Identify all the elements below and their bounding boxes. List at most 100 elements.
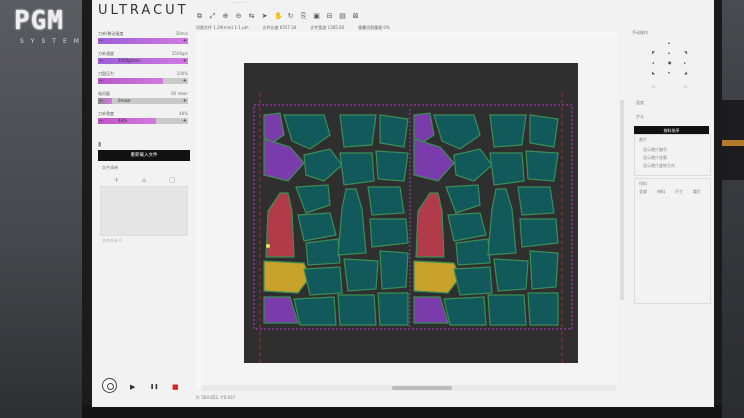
plus-icon[interactable]: +: [183, 78, 187, 84]
app-window: ULTRACUT ··· ··· ··· ⧉ ⤢ ⊕ ⊖ ⇆ ➤ ✋ ↻ ⎘ ▣ ⊟ ▤ ⊠ 切割文件 …: [92, 0, 714, 407]
tab-size[interactable]: 尺寸: [675, 189, 683, 195]
arrow-down-right-icon[interactable]: ◢: [684, 70, 687, 75]
delete-file-icon[interactable]: ▢: [169, 176, 176, 184]
slider-value: 0mbar: [118, 98, 132, 103]
window-title: ··· ··· ···: [232, 0, 246, 5]
speed-label: 速度: [636, 100, 644, 105]
arrow-right-icon[interactable]: ▸: [684, 60, 686, 65]
arrow-left-icon[interactable]: ◂: [652, 60, 654, 65]
toolbar-tool-icon[interactable]: ⊕: [222, 13, 229, 20]
plus-icon[interactable]: +: [183, 38, 187, 44]
parameter-value: 48%: [179, 111, 188, 116]
reset-icon[interactable]: ⊡: [684, 84, 687, 89]
add-file-icon[interactable]: +: [113, 176, 119, 184]
step-label: 步长: [636, 114, 644, 119]
minus-icon[interactable]: −: [99, 98, 103, 104]
home-icon[interactable]: ●: [668, 60, 672, 65]
minus-icon[interactable]: −: [99, 38, 103, 44]
parameter-row: 吸风量 60 mbar − 0mbar +: [96, 90, 190, 110]
minus-icon[interactable]: −: [99, 118, 103, 124]
toolbar-tool-icon[interactable]: ✋: [274, 13, 283, 20]
material-sheet[interactable]: [244, 63, 578, 363]
toolbar-tool-icon[interactable]: ⇆: [248, 13, 255, 20]
toolbar-tool-icon[interactable]: ⊟: [326, 13, 333, 20]
checkbox-piece-outline[interactable]: 显示裁片轮廓: [643, 155, 667, 161]
app-brand: ULTRACUT: [98, 3, 189, 18]
stop-button[interactable]: ■: [172, 383, 179, 391]
horizontal-scrollbar[interactable]: [202, 385, 616, 391]
toolbar-tool-icon[interactable]: ▤: [339, 13, 346, 20]
arrow-up-left-icon[interactable]: ◤: [652, 50, 655, 55]
parameter-value: 60 mbar: [171, 91, 188, 96]
file-list[interactable]: [100, 186, 188, 236]
cut-control-bar: ▶ ❚❚ ■: [100, 377, 200, 397]
parameter-row: 刀补速度 2500g/s − 2500g/mm +: [96, 50, 190, 70]
slider-fill: [98, 78, 163, 84]
toolbar-tool-icon[interactable]: ⊠: [352, 13, 359, 20]
parameter-label: 刀盘压力: [98, 71, 114, 76]
plus-icon[interactable]: +: [183, 118, 187, 124]
slider-fill: [98, 38, 188, 44]
toolbar-tool-icon[interactable]: ▣: [313, 13, 320, 20]
file-count: 文件共计 0: [102, 238, 122, 243]
play-button[interactable]: ▶: [130, 383, 135, 391]
arrow-up-right-icon[interactable]: ◥: [684, 50, 687, 55]
minus-icon[interactable]: −: [99, 78, 103, 84]
toolbar-tool-icon[interactable]: ⤢: [209, 13, 216, 20]
plus-icon[interactable]: +: [183, 98, 187, 104]
info-item: 文件长度 6557.34: [262, 25, 297, 30]
pattern-group: [263, 112, 409, 326]
pause-button[interactable]: ❚❚: [150, 384, 158, 390]
parameter-row: 刀补角度 48% − 48% +: [96, 110, 190, 130]
tab-material[interactable]: 材料: [657, 189, 665, 195]
vertical-scrollbar[interactable]: [620, 100, 624, 300]
start-button[interactable]: [102, 378, 117, 393]
slider-value: 48%: [118, 118, 127, 123]
parameter-label: 刀补速度: [98, 51, 114, 56]
minus-icon[interactable]: −: [99, 58, 103, 64]
toolbar-tool-icon[interactable]: ⎘: [300, 13, 307, 20]
parameter-slider[interactable]: − 2500g/mm +: [98, 58, 188, 64]
section-label: 排料: [639, 181, 647, 186]
checkbox-piece-number[interactable]: 显示裁片编号: [643, 147, 667, 153]
info-item: 重叠切割重量 0%: [358, 25, 390, 30]
panel-title: 手动操作: [632, 30, 648, 35]
arrow-up-icon[interactable]: ▴: [668, 40, 670, 45]
parameter-label: 吸风量: [98, 91, 110, 96]
parameter-row: 刀盘压力 100% − +: [96, 70, 190, 90]
parameter-slider[interactable]: − +: [98, 78, 188, 84]
file-list-label: 文件清单: [102, 165, 118, 170]
logo-subtitle: SYSTEM: [20, 38, 86, 45]
tab-pieces[interactable]: 裁片: [693, 189, 701, 195]
arrow-center-icon[interactable]: ▴: [668, 50, 670, 55]
parameter-slider[interactable]: − +: [98, 38, 188, 44]
arrow-down-left-icon[interactable]: ◣: [652, 70, 655, 75]
file-toolbar: + ⌂ ▢: [102, 176, 187, 184]
lock-icon[interactable]: ▮: [98, 141, 101, 148]
tab-all[interactable]: 全部: [639, 189, 647, 195]
plus-icon[interactable]: +: [183, 58, 187, 64]
toolbar-tool-icon[interactable]: ⧉: [196, 13, 203, 20]
section-label: 裁片: [639, 137, 647, 142]
toolbar-tool-icon[interactable]: ⊖: [235, 13, 242, 20]
file-info-bar: 切割文件 1.29(mm) 1:1 μm 文件长度 6557.34 文件宽度 1…: [196, 25, 390, 31]
toolbar: ⧉ ⤢ ⊕ ⊖ ⇆ ➤ ✋ ↻ ⎘ ▣ ⊟ ▤ ⊠: [196, 13, 359, 23]
cutting-canvas[interactable]: [202, 38, 618, 388]
folder-icon[interactable]: ⌂: [142, 176, 146, 184]
info-item: 文件宽度 1385.00: [310, 25, 345, 30]
toolbar-tool-icon[interactable]: ↻: [287, 13, 294, 20]
reload-file-button[interactable]: 重新载入文件: [98, 150, 190, 161]
parameter-slider[interactable]: − 48% +: [98, 118, 188, 124]
arrow-down-icon[interactable]: ▾: [668, 70, 670, 75]
origin-icon[interactable]: ⊡: [652, 84, 655, 89]
slider-fill: [98, 58, 188, 64]
checkbox-piece-rotation[interactable]: 显示裁片旋转方向: [643, 163, 675, 169]
nesting-options: 排料 全部 材料 尺寸 裁片: [634, 178, 711, 304]
toolbar-tool-icon[interactable]: ➤: [261, 13, 268, 20]
logo-text: PGM: [14, 6, 64, 36]
parameter-value: 30m/s: [175, 31, 188, 36]
parameter-label: 刀补角度: [98, 111, 114, 116]
parameter-value: 100%: [176, 71, 188, 76]
slider-value: 2500g/mm: [118, 58, 140, 63]
parameter-slider[interactable]: − 0mbar +: [98, 98, 188, 104]
